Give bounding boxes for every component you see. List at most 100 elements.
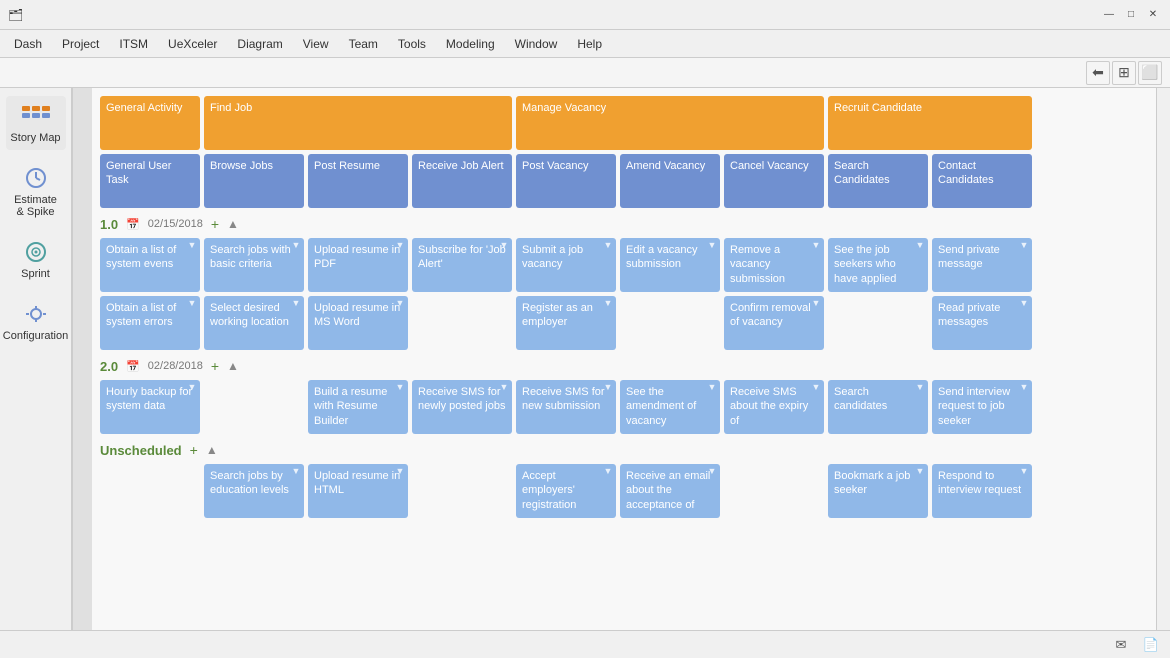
- menu-item-help[interactable]: Help: [567, 33, 612, 55]
- menu-item-tools[interactable]: Tools: [388, 33, 436, 55]
- story-card-sprint-1-0-2[interactable]: Upload resume in PDF▼: [308, 238, 408, 292]
- story-card-sprint-2-0-4[interactable]: Receive SMS for new submission▼: [516, 380, 616, 434]
- story-card-unscheduled-0-4[interactable]: Accept employers' registration▼: [516, 464, 616, 518]
- story-card-sprint-2-0-3[interactable]: Receive SMS for newly posted jobs▼: [412, 380, 512, 434]
- sidebar-item-estimate-spike[interactable]: Estimate & Spike: [6, 158, 66, 224]
- menu-item-window[interactable]: Window: [505, 33, 568, 55]
- card-dropdown-icon[interactable]: ▼: [395, 299, 405, 309]
- card-dropdown-icon[interactable]: ▼: [811, 383, 821, 393]
- card-dropdown-icon[interactable]: ▼: [1019, 383, 1029, 393]
- vertical-scrollbar[interactable]: [1156, 88, 1170, 630]
- theme-card-8[interactable]: Contact Candidates: [932, 154, 1032, 208]
- story-card-sprint-1-1-8[interactable]: Read private messages▼: [932, 296, 1032, 350]
- maximize-button[interactable]: □: [1122, 6, 1140, 24]
- menu-item-project[interactable]: Project: [52, 33, 109, 55]
- theme-card-3[interactable]: Receive Job Alert: [412, 154, 512, 208]
- card-dropdown-icon[interactable]: ▼: [915, 383, 925, 393]
- story-card-sprint-1-0-3[interactable]: Subscribe for 'Job Alert'▼: [412, 238, 512, 292]
- theme-card-2[interactable]: Post Resume: [308, 154, 408, 208]
- sprint-add-button[interactable]: +: [190, 442, 198, 458]
- epic-card-recruit-candidate[interactable]: Recruit Candidate: [828, 96, 1032, 150]
- card-dropdown-icon[interactable]: ▼: [915, 241, 925, 251]
- epic-card-general-activity[interactable]: General Activity: [100, 96, 200, 150]
- theme-card-0[interactable]: General User Task: [100, 154, 200, 208]
- toolbar-back-button[interactable]: ⬅: [1086, 61, 1110, 85]
- card-dropdown-icon[interactable]: ▼: [187, 383, 197, 393]
- story-card-sprint-1-1-0[interactable]: Obtain a list of system errors▼: [100, 296, 200, 350]
- story-card-sprint-2-0-8[interactable]: Send interview request to job seeker▼: [932, 380, 1032, 434]
- close-button[interactable]: ✕: [1144, 6, 1162, 24]
- card-dropdown-icon[interactable]: ▼: [707, 467, 717, 477]
- story-card-sprint-2-0-5[interactable]: See the amendment of vacancy▼: [620, 380, 720, 434]
- story-map-area[interactable]: General ActivityFind JobManage VacancyRe…: [92, 88, 1156, 630]
- story-card-sprint-1-1-4[interactable]: Register as an employer▼: [516, 296, 616, 350]
- card-dropdown-icon[interactable]: ▼: [395, 467, 405, 477]
- story-card-sprint-1-0-1[interactable]: Search jobs with basic criteria▼: [204, 238, 304, 292]
- card-dropdown-icon[interactable]: ▼: [811, 299, 821, 309]
- story-card-unscheduled-0-2[interactable]: Upload resume in HTML▼: [308, 464, 408, 518]
- epic-card-manage-vacancy[interactable]: Manage Vacancy: [516, 96, 824, 150]
- menu-item-itsm[interactable]: ITSM: [109, 33, 158, 55]
- card-dropdown-icon[interactable]: ▼: [1019, 299, 1029, 309]
- story-card-unscheduled-0-5[interactable]: Receive an email about the acceptance of…: [620, 464, 720, 518]
- story-card-sprint-1-0-7[interactable]: See the job seekers who have applied▼: [828, 238, 928, 292]
- story-card-sprint-1-0-8[interactable]: Send private message▼: [932, 238, 1032, 292]
- card-dropdown-icon[interactable]: ▼: [603, 299, 613, 309]
- document-button[interactable]: 📄: [1140, 634, 1162, 656]
- minimize-button[interactable]: —: [1100, 6, 1118, 24]
- card-dropdown-icon[interactable]: ▼: [187, 241, 197, 251]
- menu-item-team[interactable]: Team: [339, 33, 388, 55]
- theme-card-5[interactable]: Amend Vacancy: [620, 154, 720, 208]
- card-dropdown-icon[interactable]: ▼: [395, 383, 405, 393]
- sprint-collapse-button[interactable]: ▲: [227, 359, 239, 373]
- story-card-sprint-2-0-2[interactable]: Build a resume with Resume Builder▼: [308, 380, 408, 434]
- card-dropdown-icon[interactable]: ▼: [707, 241, 717, 251]
- toolbar-grid-button[interactable]: ⊞: [1112, 61, 1136, 85]
- toolbar-panel-button[interactable]: ⬜: [1138, 61, 1162, 85]
- story-card-sprint-1-1-6[interactable]: Confirm removal of vacancy▼: [724, 296, 824, 350]
- card-dropdown-icon[interactable]: ▼: [1019, 467, 1029, 477]
- sidebar-item-configuration[interactable]: Configuration: [6, 294, 66, 348]
- theme-card-4[interactable]: Post Vacancy: [516, 154, 616, 208]
- story-card-sprint-1-0-4[interactable]: Submit a job vacancy▼: [516, 238, 616, 292]
- sprint-collapse-button[interactable]: ▲: [206, 443, 218, 457]
- card-dropdown-icon[interactable]: ▼: [603, 467, 613, 477]
- sidebar-item-story-map[interactable]: Story Map: [6, 96, 66, 150]
- sprint-collapse-button[interactable]: ▲: [227, 217, 239, 231]
- story-card-sprint-2-0-7[interactable]: Search candidates▼: [828, 380, 928, 434]
- menu-item-diagram[interactable]: Diagram: [227, 33, 292, 55]
- story-card-unscheduled-0-8[interactable]: Respond to interview request▼: [932, 464, 1032, 518]
- epic-card-find-job[interactable]: Find Job: [204, 96, 512, 150]
- sprint-add-button[interactable]: +: [211, 216, 219, 232]
- story-card-unscheduled-0-7[interactable]: Bookmark a job seeker▼: [828, 464, 928, 518]
- card-dropdown-icon[interactable]: ▼: [1019, 241, 1029, 251]
- sprint-add-button[interactable]: +: [211, 358, 219, 374]
- card-dropdown-icon[interactable]: ▼: [603, 383, 613, 393]
- theme-card-1[interactable]: Browse Jobs: [204, 154, 304, 208]
- story-card-sprint-1-0-0[interactable]: Obtain a list of system evens▼: [100, 238, 200, 292]
- card-dropdown-icon[interactable]: ▼: [499, 383, 509, 393]
- card-dropdown-icon[interactable]: ▼: [811, 241, 821, 251]
- card-dropdown-icon[interactable]: ▼: [603, 241, 613, 251]
- card-dropdown-icon[interactable]: ▼: [395, 241, 405, 251]
- card-dropdown-icon[interactable]: ▼: [707, 383, 717, 393]
- menu-item-modeling[interactable]: Modeling: [436, 33, 505, 55]
- card-dropdown-icon[interactable]: ▼: [291, 299, 301, 309]
- story-card-sprint-2-0-0[interactable]: Hourly backup for system data▼: [100, 380, 200, 434]
- sidebar-item-sprint[interactable]: Sprint: [6, 232, 66, 286]
- story-card-unscheduled-0-1[interactable]: Search jobs by education levels▼: [204, 464, 304, 518]
- card-dropdown-icon[interactable]: ▼: [291, 467, 301, 477]
- message-button[interactable]: ✉: [1110, 634, 1132, 656]
- card-dropdown-icon[interactable]: ▼: [915, 467, 925, 477]
- story-card-sprint-1-1-2[interactable]: Upload resume in MS Word▼: [308, 296, 408, 350]
- story-card-sprint-1-0-6[interactable]: Remove a vacancy submission▼: [724, 238, 824, 292]
- card-dropdown-icon[interactable]: ▼: [291, 241, 301, 251]
- menu-item-dash[interactable]: Dash: [4, 33, 52, 55]
- card-dropdown-icon[interactable]: ▼: [187, 299, 197, 309]
- card-dropdown-icon[interactable]: ▼: [499, 241, 509, 251]
- theme-card-6[interactable]: Cancel Vacancy: [724, 154, 824, 208]
- story-card-sprint-1-1-1[interactable]: Select desired working location▼: [204, 296, 304, 350]
- menu-item-uexceler[interactable]: UeXceler: [158, 33, 227, 55]
- story-card-sprint-2-0-6[interactable]: Receive SMS about the expiry of▼: [724, 380, 824, 434]
- theme-card-7[interactable]: Search Candidates: [828, 154, 928, 208]
